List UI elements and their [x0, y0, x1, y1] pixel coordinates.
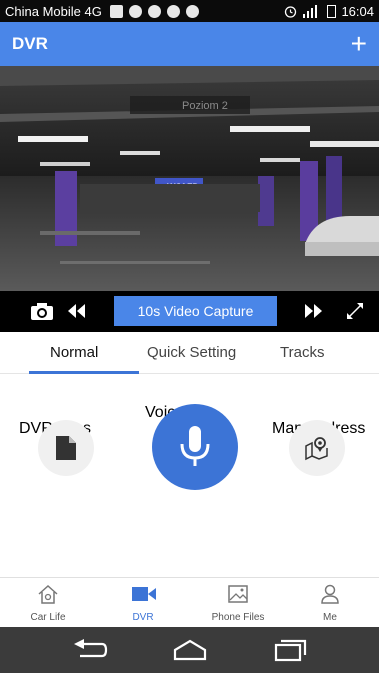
- tab-tracks[interactable]: Tracks: [280, 332, 324, 373]
- nav-item-phone-files[interactable]: Phone Files: [203, 578, 273, 628]
- alarm-icon: [285, 5, 297, 18]
- rewind-icon[interactable]: [64, 301, 88, 321]
- person-icon: [321, 584, 339, 604]
- nav-label-phone-files: Phone Files: [211, 612, 265, 623]
- voice-circle: [152, 404, 238, 490]
- notification-icon: [128, 4, 142, 18]
- clock-time: 16:04: [341, 3, 374, 19]
- fullscreen-icon[interactable]: [343, 299, 367, 323]
- tab-quick-setting[interactable]: Quick Setting: [147, 332, 236, 373]
- video-preview[interactable]: Poziom 2 WJAZD: [0, 66, 379, 291]
- nav-item-dvr[interactable]: DVR: [108, 578, 178, 628]
- overhead-sign-text: Poziom 2: [182, 100, 228, 112]
- home-button-icon[interactable]: [172, 638, 208, 662]
- file-icon: [56, 436, 76, 460]
- tab-normal[interactable]: Normal: [50, 332, 98, 373]
- notification-icon: [147, 4, 161, 18]
- page-title: DVR: [12, 34, 48, 53]
- plus-icon[interactable]: +: [351, 30, 367, 58]
- back-icon[interactable]: [72, 639, 108, 661]
- recent-apps-icon[interactable]: [272, 638, 308, 662]
- parking-garage-scene: Poziom 2 WJAZD: [0, 66, 379, 291]
- notification-icon: [166, 4, 180, 18]
- fast-forward-icon[interactable]: [302, 301, 326, 321]
- video-controls: 10s Video Capture: [0, 291, 379, 332]
- mode-tabs: Normal Quick Setting Tracks: [0, 332, 379, 374]
- nav-label-dvr: DVR: [132, 612, 154, 623]
- system-nav-bar: [0, 627, 379, 673]
- bottom-nav: Car Life DVR Phone Files Me: [0, 577, 379, 627]
- dvr-files-circle: [38, 420, 94, 476]
- video-camera-icon: [132, 587, 156, 601]
- dvr-files-button[interactable]: DVR Files: [19, 420, 119, 530]
- nav-label-car-life: Car Life: [30, 612, 66, 623]
- video-capture-button[interactable]: 10s Video Capture: [114, 296, 277, 326]
- map-address-button[interactable]: Map Address: [272, 420, 372, 530]
- notification-icon: [185, 4, 199, 18]
- voice-button[interactable]: Voice: [145, 404, 245, 544]
- nav-label-me: Me: [323, 612, 337, 623]
- app-bar: DVR +: [0, 22, 379, 66]
- map-address-circle: [289, 420, 345, 476]
- active-tab-indicator: [29, 371, 139, 374]
- notification-icon: [109, 4, 123, 18]
- home-icon: [38, 584, 58, 604]
- nav-item-me[interactable]: Me: [295, 578, 365, 628]
- notification-icons: [109, 4, 199, 18]
- map-pin-icon: [305, 437, 328, 461]
- camera-icon[interactable]: [29, 299, 55, 323]
- nav-item-car-life[interactable]: Car Life: [13, 578, 83, 628]
- status-bar: China Mobile 4G 16:04: [0, 0, 379, 22]
- signal-icon: [303, 4, 318, 18]
- battery-icon: [327, 4, 337, 18]
- image-icon: [228, 585, 248, 603]
- carrier-label: China Mobile 4G: [5, 3, 102, 19]
- microphone-icon: [180, 426, 210, 466]
